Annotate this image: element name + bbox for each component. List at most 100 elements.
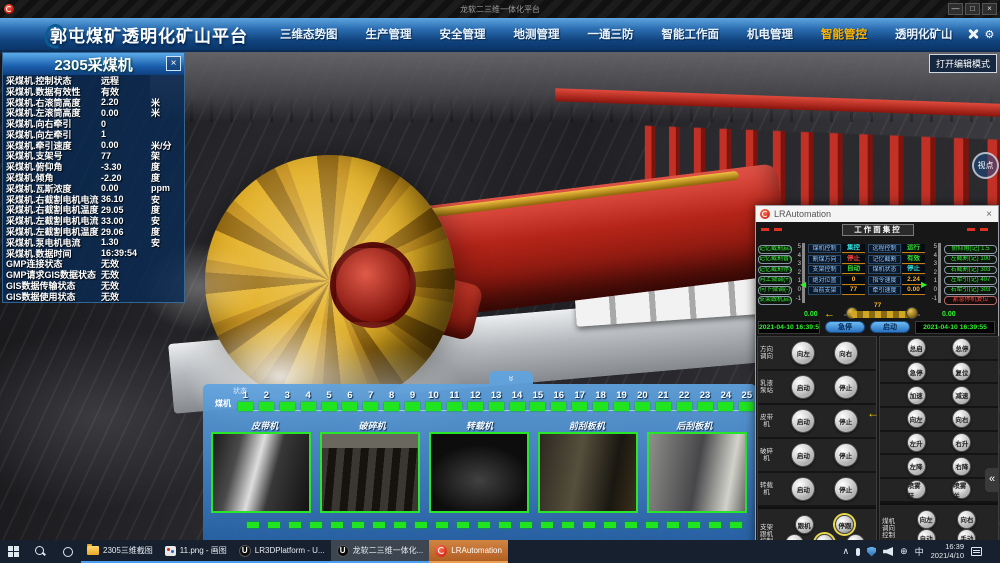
nav-item-5[interactable]: 一通三防 [574,26,648,42]
channel-16[interactable]: 16 [548,390,569,411]
control-knob[interactable]: 向右 [957,510,976,529]
control-knob[interactable]: 右降 [952,457,971,476]
maximize-button[interactable]: □ [965,3,980,15]
memory-cut-button[interactable]: 记忆截割启动 [758,245,792,254]
channel-20[interactable]: 20 [632,390,653,411]
channel-1[interactable]: 1 [235,390,256,411]
memory-preset-button[interactable]: 左截割(记) 100 [944,255,997,264]
close-button[interactable]: × [982,3,997,15]
notification-center-icon[interactable] [971,547,982,556]
collapse-window-tab[interactable]: « [985,468,999,492]
channel-3[interactable]: 3 [277,390,298,411]
control-knob[interactable]: 向右 [834,341,858,365]
estop-button[interactable]: 急停 [825,321,865,333]
channel-7[interactable]: 7 [360,390,381,411]
viewpoint-button[interactable]: 视点 [972,152,999,179]
memory-cut-button[interactable]: 向上微调(+) [758,276,792,285]
channel-14[interactable]: 14 [507,390,528,411]
camera-thumbnail-3[interactable] [429,432,529,513]
memory-cut-button[interactable]: 记忆截割停止 [758,266,792,275]
task-view-button[interactable] [54,540,81,563]
taskbar-app[interactable]: 11.png - 画图 [159,540,233,563]
minimize-button[interactable]: — [948,3,963,15]
start-button[interactable] [0,540,27,563]
memory-preset-button[interactable]: 右截割(记) 303 [944,266,997,275]
channel-6[interactable]: 6 [339,390,360,411]
nav-item-3[interactable]: 安全管理 [426,26,500,42]
control-knob[interactable]: 启动 [791,443,815,467]
start-button[interactable]: 启动 [870,321,910,333]
lrautomation-titlebar[interactable]: LRAutomation × [756,206,998,222]
channel-11[interactable]: 11 [444,390,465,411]
nav-item-9[interactable]: 透明化矿山 [881,26,967,42]
channel-17[interactable]: 17 [569,390,590,411]
tools-icon[interactable] [967,28,979,40]
control-knob[interactable]: 跟机 [795,515,814,534]
taskbar-app[interactable]: LRAutomation [429,540,508,563]
channel-5[interactable]: 5 [319,390,340,411]
taskbar-app[interactable]: 2305三维截图 [81,540,159,563]
nav-item-2[interactable]: 生产管理 [352,26,426,42]
memory-cut-button[interactable]: 记忆截割暂停 [758,255,792,264]
close-icon[interactable]: × [166,56,181,71]
tray-chevron-icon[interactable]: ∧ [842,546,849,557]
control-knob[interactable]: 复位 [952,362,971,381]
speaker-icon[interactable] [883,547,893,556]
control-knob[interactable]: 向左 [907,409,926,428]
control-knob[interactable]: 启动 [791,409,815,433]
control-knob[interactable]: 总停 [952,338,971,357]
control-knob[interactable]: 向左 [791,341,815,365]
taskbar-app[interactable]: U龙软二三维一体化... [331,540,430,563]
channel-4[interactable]: 4 [298,390,319,411]
search-button[interactable] [27,540,54,563]
channel-2[interactable]: 2 [256,390,277,411]
nav-item-6[interactable]: 智能工作面 [648,26,734,42]
camera-thumbnail-5[interactable] [647,432,747,513]
nav-item-4[interactable]: 地测管理 [500,26,574,42]
nav-item-8[interactable]: 智能管控 [807,26,881,42]
channel-8[interactable]: 8 [381,390,402,411]
channel-21[interactable]: 21 [653,390,674,411]
control-knob[interactable]: 停止 [834,375,858,399]
memory-preset-button[interactable]: 俯仰角(记) 1.5 [944,245,997,254]
channel-18[interactable]: 18 [590,390,611,411]
channel-12[interactable]: 12 [465,390,486,411]
control-knob[interactable]: 停止 [834,409,858,433]
control-knob[interactable]: 向右 [952,409,971,428]
channel-13[interactable]: 13 [486,390,507,411]
control-knob[interactable]: 启动 [791,477,815,501]
camera-thumbnail-1[interactable] [211,432,311,513]
open-edit-mode-button[interactable]: 打开编辑模式 [929,54,997,73]
control-knob[interactable]: 启动 [791,375,815,399]
network-icon[interactable]: ⊕ [900,546,908,557]
channel-24[interactable]: 24 [715,390,736,411]
ime-indicator[interactable]: 中 [915,545,924,558]
memory-preset-button[interactable]: 右牵引(记) 303 [944,286,997,295]
channel-15[interactable]: 15 [527,390,548,411]
control-knob[interactable]: 停止 [834,477,858,501]
channel-22[interactable]: 22 [674,390,695,411]
memory-cut-button[interactable]: 向下微调(-) [758,286,792,295]
control-knob[interactable]: 减速 [952,386,971,405]
security-shield-icon[interactable] [867,547,876,557]
collapse-panel-tab[interactable]: » [489,371,533,384]
control-knob[interactable]: 左降 [907,457,926,476]
control-knob[interactable]: 急停 [907,362,926,381]
channel-9[interactable]: 9 [402,390,423,411]
camera-thumbnail-4[interactable] [538,432,638,513]
memory-preset-button[interactable]: 左牵引(记) 407 [944,276,997,285]
gear-icon[interactable]: ⚙ [985,28,995,41]
control-knob[interactable]: 喷雾开 [907,480,926,499]
control-knob[interactable]: 加速 [907,386,926,405]
shearer-position-handle[interactable] [851,311,913,318]
nav-item-1[interactable]: 三维态势图 [266,26,352,42]
usb-device-icon[interactable] [856,548,860,556]
close-icon[interactable]: × [984,209,994,220]
control-knob[interactable]: 总启 [907,338,926,357]
control-knob[interactable]: 停跟 [835,515,854,534]
taskbar-clock[interactable]: 16:39 2021/4/10 [931,543,964,560]
nav-item-7[interactable]: 机电管理 [733,26,807,42]
taskbar-app[interactable]: ULR3DPlatform - U... [233,540,331,563]
control-knob[interactable]: 喷雾关 [952,480,971,499]
camera-thumbnail-2[interactable] [320,432,420,513]
